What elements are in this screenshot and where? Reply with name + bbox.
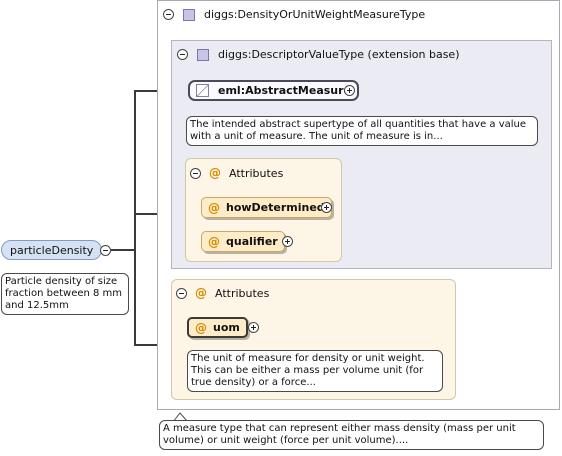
collapse-toggle-icon[interactable] bbox=[163, 9, 174, 20]
abstract-measure-element[interactable]: eml:AbstractMeasure bbox=[188, 80, 360, 101]
expand-toggle-icon[interactable] bbox=[248, 322, 259, 333]
base-title: diggs:DescriptorValueType (extension bas… bbox=[218, 48, 460, 61]
attribute-uom[interactable]: @ uom bbox=[187, 317, 248, 338]
base-attributes-header: @ Attributes bbox=[190, 166, 283, 180]
expand-toggle-icon[interactable] bbox=[321, 202, 332, 213]
attribute-label: qualifier bbox=[226, 235, 278, 248]
type-attributes-header: @ Attributes bbox=[176, 286, 269, 300]
abstract-element-icon bbox=[196, 84, 209, 97]
collapse-toggle-icon[interactable] bbox=[100, 245, 111, 256]
attribute-icon: @ bbox=[195, 320, 207, 335]
uom-note: The unit of measure for density or unit … bbox=[187, 350, 443, 392]
type-attributes-title: Attributes bbox=[215, 286, 270, 300]
base-header: diggs:DescriptorValueType (extension bas… bbox=[177, 48, 459, 61]
attribute-label: uom bbox=[213, 321, 240, 334]
attribute-qualifier[interactable]: @ qualifier bbox=[201, 231, 285, 252]
expand-toggle-icon[interactable] bbox=[344, 85, 355, 96]
attribute-how-determined[interactable]: @ howDetermined bbox=[201, 197, 332, 218]
expand-toggle-icon[interactable] bbox=[282, 236, 293, 247]
attribute-icon: @ bbox=[208, 200, 220, 215]
collapse-toggle-icon[interactable] bbox=[176, 287, 187, 299]
base-attributes-title: Attributes bbox=[229, 166, 284, 180]
abstract-measure-note: The intended abstract supertype of all q… bbox=[186, 116, 538, 146]
attribute-icon: @ bbox=[209, 166, 221, 180]
type-header: diggs:DensityOrUnitWeightMeasureType bbox=[163, 8, 425, 21]
particle-density-label: particleDensity bbox=[10, 243, 94, 257]
particle-density-element[interactable]: particleDensity bbox=[1, 240, 103, 260]
attribute-label: howDetermined bbox=[226, 201, 325, 214]
particle-density-note: Particle density of size fraction betwee… bbox=[1, 273, 129, 315]
abstract-measure-label: eml:AbstractMeasure bbox=[218, 84, 352, 97]
attribute-icon: @ bbox=[208, 234, 220, 249]
collapse-toggle-icon[interactable] bbox=[177, 49, 188, 60]
attribute-icon: @ bbox=[195, 286, 207, 300]
complex-type-icon bbox=[197, 48, 209, 61]
collapse-toggle-icon[interactable] bbox=[190, 167, 201, 179]
type-note: A measure type that can represent either… bbox=[159, 420, 544, 450]
complex-type-icon bbox=[183, 8, 195, 21]
type-title: diggs:DensityOrUnitWeightMeasureType bbox=[204, 8, 426, 21]
